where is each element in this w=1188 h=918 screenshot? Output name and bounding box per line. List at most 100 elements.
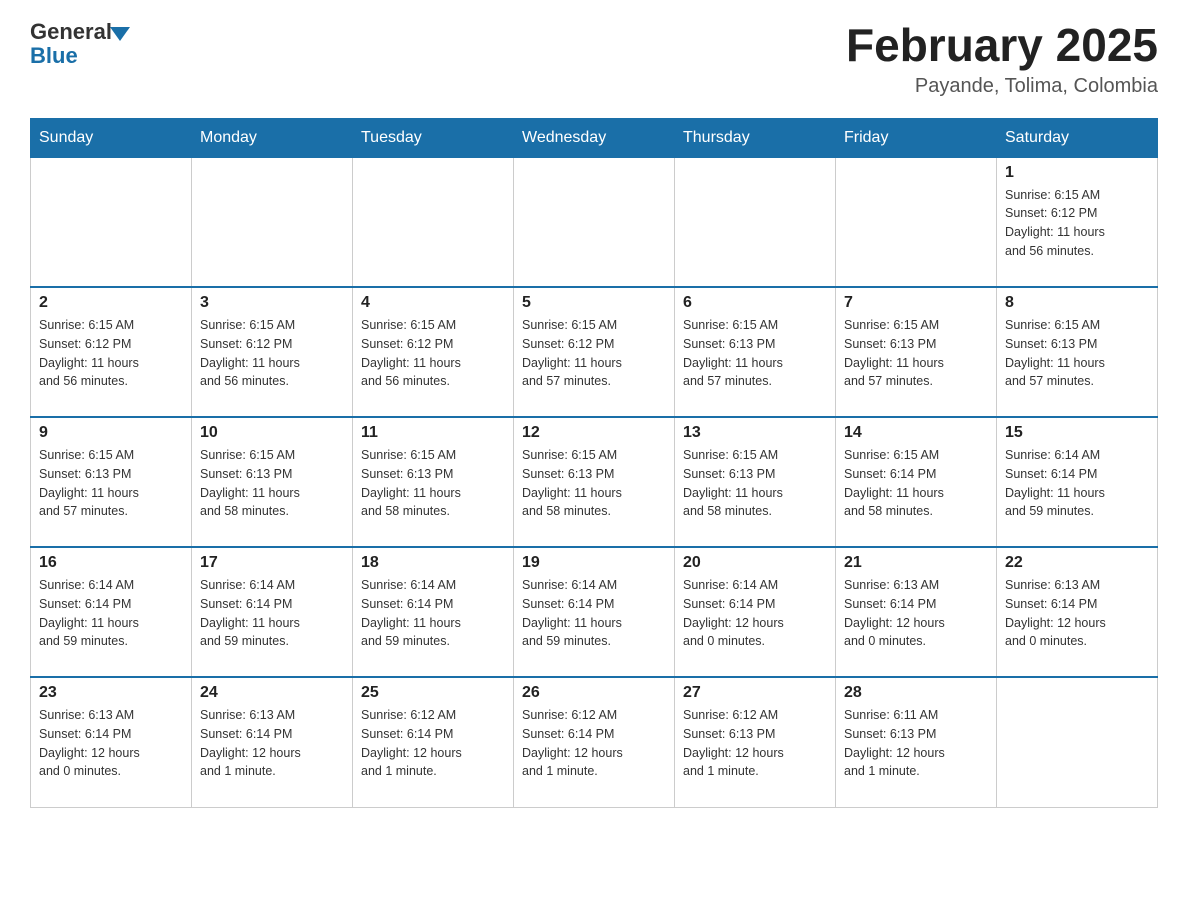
calendar-cell: 26Sunrise: 6:12 AMSunset: 6:14 PMDayligh… — [514, 677, 675, 807]
day-number: 6 — [683, 294, 827, 312]
day-info: Sunrise: 6:15 AMSunset: 6:12 PMDaylight:… — [522, 316, 666, 391]
day-info: Sunrise: 6:13 AMSunset: 6:14 PMDaylight:… — [1005, 576, 1149, 651]
calendar-cell: 20 Sunrise: 6:14 AMSunset: 6:14 PMDayligh… — [675, 547, 836, 677]
calendar-cell — [514, 157, 675, 287]
day-number: 3 — [200, 294, 344, 312]
calendar-cell: 11Sunrise: 6:15 AMSunset: 6:13 PMDayligh… — [353, 417, 514, 547]
calendar-cell: 5 Sunrise: 6:15 AMSunset: 6:12 PMDaylight… — [514, 287, 675, 417]
day-number: 17 — [200, 554, 344, 572]
day-number: 22 — [1005, 554, 1149, 572]
day-info: Sunrise: 6:13 AMSunset: 6:14 PMDaylight:… — [200, 706, 344, 781]
calendar-cell: 14 Sunrise: 6:15 AMSunset: 6:14 PMDayligh… — [836, 417, 997, 547]
day-number: 12 — [522, 424, 666, 442]
day-info: Sunrise: 6:14 AMSunset: 6:14 PMDaylight:… — [39, 576, 183, 651]
calendar-cell: 15 Sunrise: 6:14 AMSunset: 6:14 PMDayligh… — [997, 417, 1158, 547]
day-number: 1 — [1005, 164, 1149, 182]
calendar-cell: 25Sunrise: 6:12 AMSunset: 6:14 PMDayligh… — [353, 677, 514, 807]
header-row: SundayMondayTuesdayWednesdayThursdayFrid… — [31, 118, 1158, 157]
day-number: 16 — [39, 554, 183, 572]
logo: General Blue — [30, 20, 130, 68]
day-number: 20 — [683, 554, 827, 572]
header-day-tuesday: Tuesday — [353, 118, 514, 157]
day-number: 15 — [1005, 424, 1149, 442]
day-info: Sunrise: 6:15 AMSunset: 6:13 PMDaylight:… — [522, 446, 666, 521]
day-number: 4 — [361, 294, 505, 312]
day-number: 18 — [361, 554, 505, 572]
day-number: 13 — [683, 424, 827, 442]
calendar-cell: 1 Sunrise: 6:15 AMSunset: 6:12 PMDaylight… — [997, 157, 1158, 287]
calendar-cell — [675, 157, 836, 287]
page-header: General Blue February 2025 Payande, Toli… — [30, 20, 1158, 98]
week-row-5: 23Sunrise: 6:13 AMSunset: 6:14 PMDayligh… — [31, 677, 1158, 807]
day-number: 7 — [844, 294, 988, 312]
day-info: Sunrise: 6:12 AMSunset: 6:14 PMDaylight:… — [361, 706, 505, 781]
day-info: Sunrise: 6:15 AMSunset: 6:13 PMDaylight:… — [683, 316, 827, 391]
day-number: 19 — [522, 554, 666, 572]
calendar-cell: 12 Sunrise: 6:15 AMSunset: 6:13 PMDayligh… — [514, 417, 675, 547]
day-info: Sunrise: 6:15 AMSunset: 6:13 PMDaylight:… — [200, 446, 344, 521]
header-day-sunday: Sunday — [31, 118, 192, 157]
calendar-cell: 18 Sunrise: 6:14 AMSunset: 6:14 PMDayligh… — [353, 547, 514, 677]
day-info: Sunrise: 6:15 AMSunset: 6:12 PMDaylight:… — [39, 316, 183, 391]
day-number: 24 — [200, 684, 344, 702]
title-block: February 2025 Payande, Tolima, Colombia — [846, 20, 1158, 98]
calendar-cell: 13 Sunrise: 6:15 AMSunset: 6:13 PMDayligh… — [675, 417, 836, 547]
day-number: 14 — [844, 424, 988, 442]
day-info: Sunrise: 6:15 AMSunset: 6:13 PMDaylight:… — [39, 446, 183, 521]
calendar-cell — [836, 157, 997, 287]
day-info: Sunrise: 6:13 AMSunset: 6:14 PMDaylight:… — [39, 706, 183, 781]
week-row-2: 2 Sunrise: 6:15 AMSunset: 6:12 PMDaylight… — [31, 287, 1158, 417]
calendar-cell: 17 Sunrise: 6:14 AMSunset: 6:14 PMDayligh… — [192, 547, 353, 677]
day-info: Sunrise: 6:13 AMSunset: 6:14 PMDaylight:… — [844, 576, 988, 651]
header-day-friday: Friday — [836, 118, 997, 157]
day-info: Sunrise: 6:14 AMSunset: 6:14 PMDaylight:… — [200, 576, 344, 651]
calendar-cell: 24 Sunrise: 6:13 AMSunset: 6:14 PMDayligh… — [192, 677, 353, 807]
logo-blue: Blue — [30, 44, 130, 68]
calendar-cell: 21 Sunrise: 6:13 AMSunset: 6:14 PMDayligh… — [836, 547, 997, 677]
day-info: Sunrise: 6:14 AMSunset: 6:14 PMDaylight:… — [361, 576, 505, 651]
day-info: Sunrise: 6:15 AMSunset: 6:13 PMDaylight:… — [844, 316, 988, 391]
header-day-saturday: Saturday — [997, 118, 1158, 157]
calendar-title: February 2025 — [846, 20, 1158, 71]
calendar-cell: 19 Sunrise: 6:14 AMSunset: 6:14 PMDayligh… — [514, 547, 675, 677]
day-info: Sunrise: 6:15 AMSunset: 6:12 PMDaylight:… — [200, 316, 344, 391]
day-info: Sunrise: 6:15 AMSunset: 6:13 PMDaylight:… — [683, 446, 827, 521]
day-info: Sunrise: 6:15 AMSunset: 6:14 PMDaylight:… — [844, 446, 988, 521]
day-info: Sunrise: 6:15 AMSunset: 6:12 PMDaylight:… — [361, 316, 505, 391]
day-number: 26 — [522, 684, 666, 702]
header-day-thursday: Thursday — [675, 118, 836, 157]
header-day-monday: Monday — [192, 118, 353, 157]
day-number: 2 — [39, 294, 183, 312]
week-row-1: 1 Sunrise: 6:15 AMSunset: 6:12 PMDaylight… — [31, 157, 1158, 287]
day-info: Sunrise: 6:15 AMSunset: 6:13 PMDaylight:… — [1005, 316, 1149, 391]
day-info: Sunrise: 6:14 AMSunset: 6:14 PMDaylight:… — [522, 576, 666, 651]
day-info: Sunrise: 6:15 AMSunset: 6:12 PMDaylight:… — [1005, 186, 1149, 261]
week-row-4: 16 Sunrise: 6:14 AMSunset: 6:14 PMDayligh… — [31, 547, 1158, 677]
calendar-cell: 7 Sunrise: 6:15 AMSunset: 6:13 PMDaylight… — [836, 287, 997, 417]
day-number: 11 — [361, 424, 505, 442]
calendar-cell: 4 Sunrise: 6:15 AMSunset: 6:12 PMDaylight… — [353, 287, 514, 417]
calendar-cell: 6 Sunrise: 6:15 AMSunset: 6:13 PMDaylight… — [675, 287, 836, 417]
day-info: Sunrise: 6:14 AMSunset: 6:14 PMDaylight:… — [1005, 446, 1149, 521]
day-number: 21 — [844, 554, 988, 572]
day-info: Sunrise: 6:14 AMSunset: 6:14 PMDaylight:… — [683, 576, 827, 651]
day-number: 5 — [522, 294, 666, 312]
calendar-cell — [192, 157, 353, 287]
day-number: 8 — [1005, 294, 1149, 312]
calendar-cell: 16 Sunrise: 6:14 AMSunset: 6:14 PMDayligh… — [31, 547, 192, 677]
calendar-cell: 8 Sunrise: 6:15 AMSunset: 6:13 PMDaylight… — [997, 287, 1158, 417]
calendar-cell: 9 Sunrise: 6:15 AMSunset: 6:13 PMDaylight… — [31, 417, 192, 547]
day-number: 9 — [39, 424, 183, 442]
calendar-cell — [353, 157, 514, 287]
calendar-body: 1 Sunrise: 6:15 AMSunset: 6:12 PMDaylight… — [31, 157, 1158, 807]
calendar-cell: 23Sunrise: 6:13 AMSunset: 6:14 PMDayligh… — [31, 677, 192, 807]
logo-general: General — [30, 20, 112, 44]
calendar-cell: 2 Sunrise: 6:15 AMSunset: 6:12 PMDaylight… — [31, 287, 192, 417]
day-info: Sunrise: 6:11 AMSunset: 6:13 PMDaylight:… — [844, 706, 988, 781]
calendar-cell: 22 Sunrise: 6:13 AMSunset: 6:14 PMDayligh… — [997, 547, 1158, 677]
calendar-cell: 3 Sunrise: 6:15 AMSunset: 6:12 PMDaylight… — [192, 287, 353, 417]
day-number: 27 — [683, 684, 827, 702]
calendar-cell — [997, 677, 1158, 807]
day-info: Sunrise: 6:12 AMSunset: 6:13 PMDaylight:… — [683, 706, 827, 781]
header-day-wednesday: Wednesday — [514, 118, 675, 157]
